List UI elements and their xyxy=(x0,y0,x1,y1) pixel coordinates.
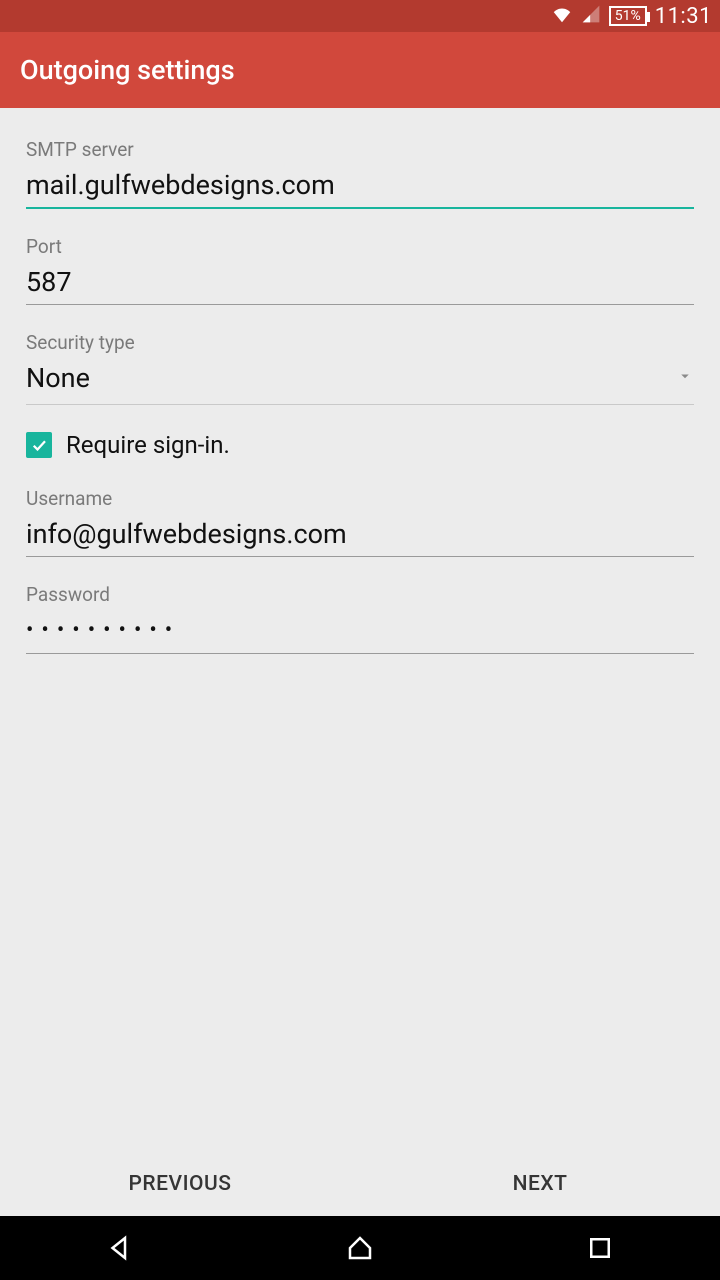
field-username: Username xyxy=(26,487,694,557)
field-smtp-server: SMTP server xyxy=(26,138,694,209)
port-input[interactable] xyxy=(26,264,694,305)
status-bar: 51% 11:31 xyxy=(0,0,720,32)
password-input[interactable]: •••••••••• xyxy=(26,612,694,654)
cellular-icon xyxy=(581,4,601,29)
security-type-value: None xyxy=(26,362,90,394)
smtp-server-input[interactable] xyxy=(26,167,694,209)
password-label: Password xyxy=(26,583,694,606)
page-title: Outgoing settings xyxy=(20,54,235,86)
require-signin-checkbox[interactable] xyxy=(26,432,52,458)
chevron-down-icon xyxy=(676,367,694,389)
security-type-select[interactable]: None xyxy=(26,360,694,405)
recent-apps-button[interactable] xyxy=(540,1233,660,1263)
field-security-type: Security type None xyxy=(26,331,694,405)
field-password: Password •••••••••• xyxy=(26,583,694,654)
footer-button-bar: PREVIOUS NEXT xyxy=(0,1152,720,1216)
port-label: Port xyxy=(26,235,694,258)
require-signin-row[interactable]: Require sign-in. xyxy=(26,431,694,459)
home-button[interactable] xyxy=(300,1233,420,1263)
battery-indicator: 51% xyxy=(609,6,647,26)
security-type-label: Security type xyxy=(26,331,694,354)
clock-time: 11:31 xyxy=(655,4,712,29)
back-button[interactable] xyxy=(60,1233,180,1263)
app-bar: Outgoing settings xyxy=(0,32,720,108)
smtp-server-label: SMTP server xyxy=(26,138,694,161)
battery-text: 51% xyxy=(615,8,641,24)
username-input[interactable] xyxy=(26,516,694,557)
field-port: Port xyxy=(26,235,694,305)
system-nav-bar xyxy=(0,1216,720,1280)
username-label: Username xyxy=(26,487,694,510)
next-button[interactable]: NEXT xyxy=(360,1152,720,1216)
wifi-icon xyxy=(551,3,573,30)
previous-button[interactable]: PREVIOUS xyxy=(0,1152,360,1216)
require-signin-label: Require sign-in. xyxy=(66,431,230,459)
form-area: SMTP server Port Security type None Requ… xyxy=(0,108,720,1152)
